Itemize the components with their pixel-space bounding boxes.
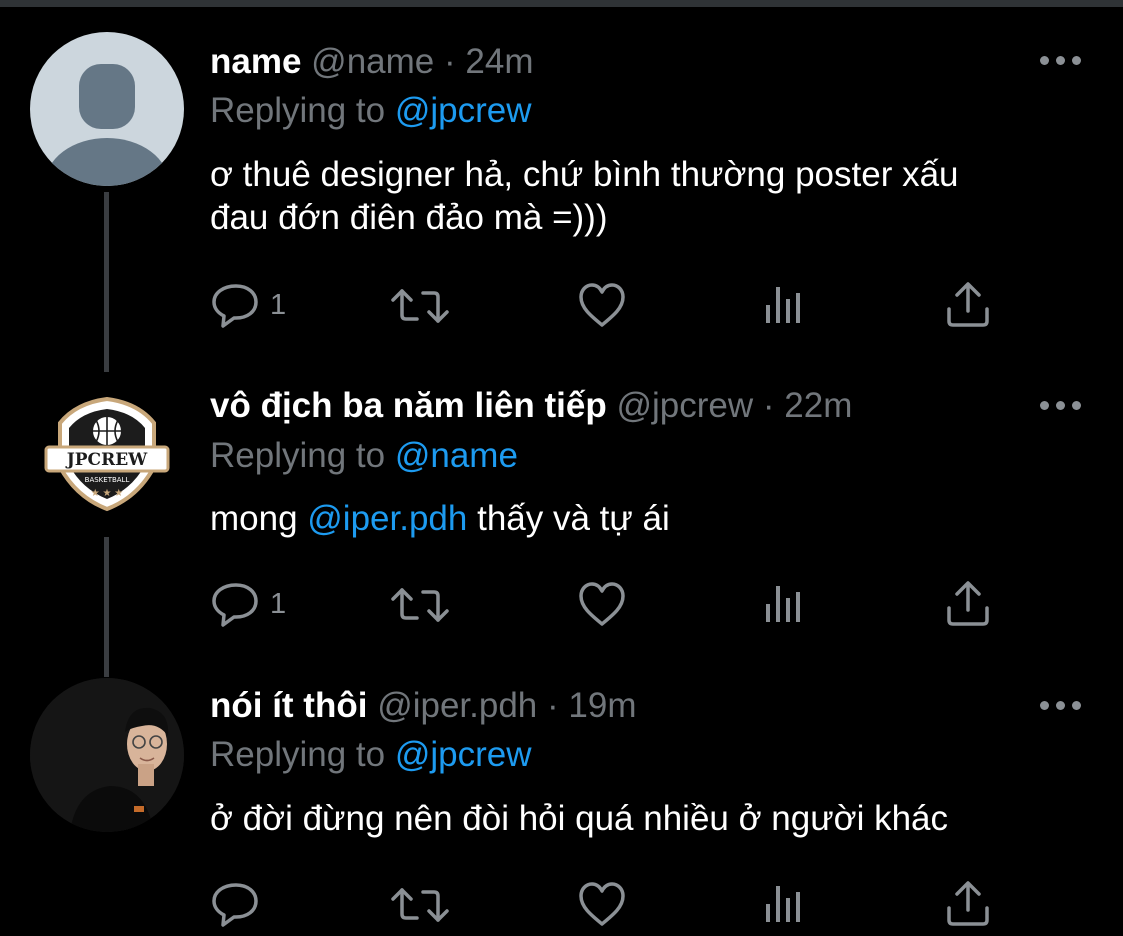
svg-text:★ ★ ★: ★ ★ ★ <box>91 488 123 499</box>
user-handle[interactable]: @jpcrew <box>616 386 753 425</box>
tweet-1[interactable]: name @name · 24m Replying to @jpcrew ơ t… <box>0 0 1123 372</box>
analytics-icon <box>766 586 800 622</box>
replying-label: Replying to <box>210 735 386 774</box>
tweet-text-line: đau đớn điên đảo mà =))) <box>210 198 608 237</box>
logo-subtext: BASKETBALL <box>85 476 130 484</box>
tweet-header: nói ít thôi @iper.pdh · 19m <box>210 686 637 726</box>
replying-to-line: Replying to @jpcrew <box>210 91 532 131</box>
user-handle[interactable]: @iper.pdh <box>377 686 537 725</box>
more-options-button[interactable] <box>1040 401 1082 413</box>
tweet-actions: 1 <box>210 281 1010 331</box>
display-name[interactable]: vô địch ba năm liên tiếp <box>210 386 607 425</box>
tweet-text-line: ơ thuê designer hả, chứ bình thường post… <box>210 155 959 194</box>
retweet-icon <box>391 888 449 922</box>
user-handle[interactable]: @name <box>311 42 434 81</box>
more-options-button[interactable] <box>1040 56 1082 68</box>
tweet-text: ở đời đừng nên đòi hỏi quá nhiều ở người… <box>210 797 1090 840</box>
default-avatar-icon <box>45 64 169 186</box>
replying-label: Replying to <box>210 436 386 475</box>
tweet-text-segment: thấy và tự ái <box>467 499 670 538</box>
retweet-button[interactable] <box>385 580 455 630</box>
retweet-button[interactable] <box>385 281 455 331</box>
heart-icon <box>579 882 625 926</box>
replying-to-line: Replying to @name <box>210 436 518 476</box>
like-button[interactable] <box>577 580 627 630</box>
mention-link[interactable]: @iper.pdh <box>307 499 467 538</box>
heart-icon <box>579 582 625 626</box>
tweet-text: mong @iper.pdh thấy và tự ái <box>210 497 1090 540</box>
tweet-2[interactable]: JPCREW BASKETBALL ★ ★ ★ vô địch ba năm l… <box>0 340 1123 677</box>
jpcrew-logo-icon: JPCREW BASKETBALL ★ ★ ★ <box>44 396 170 512</box>
thread-connector <box>104 537 109 677</box>
share-icon <box>947 581 989 626</box>
person-photo <box>30 678 184 832</box>
reply-icon <box>212 583 258 627</box>
avatar-photo[interactable] <box>30 678 184 832</box>
replying-to-mention[interactable]: @jpcrew <box>395 735 532 774</box>
reply-button[interactable] <box>210 880 300 930</box>
reply-count: 1 <box>270 588 287 620</box>
analytics-icon <box>766 886 800 922</box>
reply-count: 1 <box>270 289 287 321</box>
retweet-icon <box>391 289 449 323</box>
share-button[interactable] <box>943 580 993 630</box>
logo-text: JPCREW <box>65 450 148 470</box>
reply-button[interactable]: 1 <box>210 580 300 630</box>
share-button[interactable] <box>943 880 993 930</box>
timestamp[interactable]: 24m <box>465 42 533 81</box>
like-button[interactable] <box>577 281 627 331</box>
analytics-button[interactable] <box>760 880 810 930</box>
analytics-icon <box>766 287 800 323</box>
tweet-text-line: ở đời đừng nên đòi hỏi quá nhiều ở người… <box>210 799 949 838</box>
reply-button[interactable]: 1 <box>210 281 300 331</box>
tweet-header: name @name · 24m <box>210 42 533 82</box>
more-options-button[interactable] <box>1040 701 1082 713</box>
separator-dot: · <box>762 386 775 425</box>
separator-dot: · <box>444 42 456 81</box>
replying-label: Replying to <box>210 91 386 130</box>
tweet-text-segment: mong <box>210 499 308 538</box>
avatar-default[interactable] <box>30 32 184 186</box>
timestamp[interactable]: 19m <box>568 686 636 725</box>
reply-icon <box>212 284 258 328</box>
replying-to-mention[interactable]: @jpcrew <box>395 91 532 130</box>
tweet-actions: 1 <box>210 580 1010 630</box>
avatar-jpcrew-logo[interactable]: JPCREW BASKETBALL ★ ★ ★ <box>30 375 184 529</box>
like-button[interactable] <box>577 880 627 930</box>
display-name[interactable]: nói ít thôi <box>210 686 367 725</box>
share-icon <box>947 881 989 926</box>
replying-to-mention[interactable]: @name <box>395 436 518 475</box>
retweet-icon <box>391 588 449 622</box>
retweet-button[interactable] <box>385 880 455 930</box>
replying-to-line: Replying to @jpcrew <box>210 735 532 775</box>
display-name[interactable]: name <box>210 42 301 81</box>
tweet-text: ơ thuê designer hả, chứ bình thường post… <box>210 153 1090 239</box>
share-button[interactable] <box>943 281 993 331</box>
share-icon <box>947 282 989 327</box>
tweet-3[interactable]: nói ít thôi @iper.pdh · 19m Replying to … <box>0 660 1123 936</box>
analytics-button[interactable] <box>760 281 810 331</box>
reply-icon <box>212 883 258 927</box>
tweet-actions <box>210 880 1010 930</box>
separator-dot: · <box>547 686 559 725</box>
analytics-button[interactable] <box>760 580 810 630</box>
timestamp[interactable]: 22m <box>784 386 852 425</box>
tweet-header: vô địch ba năm liên tiếp @jpcrew · 22m <box>210 386 852 426</box>
heart-icon <box>579 283 625 327</box>
